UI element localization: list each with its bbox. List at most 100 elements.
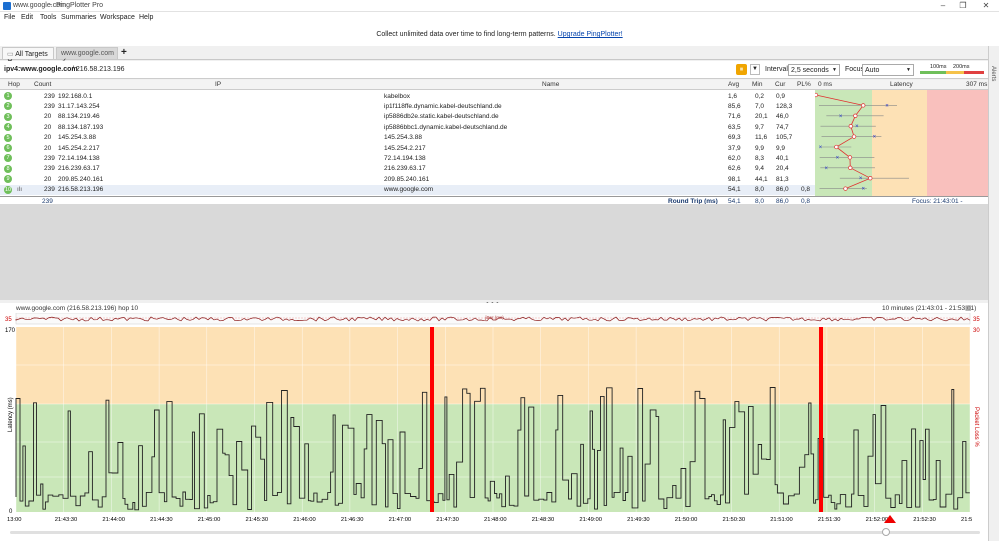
target-name: ipv4:www.google.com: [4, 66, 78, 73]
scale-200ms: 200ms: [953, 64, 970, 70]
target-tabs: ▭ All Targets ✕ www.google.com ✓ +: [0, 46, 999, 66]
table-row[interactable]: 7 239 72.14.194.138 72.14.194.138 62,0 8,3 40,…: [0, 153, 815, 163]
cell-avg: 71,6: [728, 113, 741, 121]
target-bar: ipv4:www.google.com / 216.58.213.196 ⏸ ▼…: [0, 61, 988, 79]
table-row[interactable]: 2 239 31.17.143.254 ip1f118ffe.dynamic.kabe…: [0, 101, 815, 111]
avg-latency-point: [843, 186, 848, 191]
col-count[interactable]: Count: [34, 81, 51, 88]
upgrade-banner: Collect unlimited data over time to find…: [0, 24, 999, 46]
cell-cur: 20,4: [776, 165, 789, 173]
y-zero-label: 0: [9, 509, 13, 515]
table-row[interactable]: 8 239 216.239.63.17 216.239.63.17 62,6 9,4 20,…: [0, 164, 815, 174]
cell-avg: 37,9: [728, 144, 741, 152]
col-min[interactable]: Min: [752, 81, 762, 88]
cell-min: 9,4: [755, 165, 765, 173]
cell-min: 8,0: [755, 186, 765, 194]
current-latency-mark: ×: [824, 166, 828, 172]
cell-ip: 216.239.63.17: [58, 165, 100, 173]
cell-count: 20: [44, 134, 52, 142]
hop-status-icon: 3: [4, 112, 12, 121]
slider-thumb[interactable]: [882, 528, 890, 536]
col-hop[interactable]: Hop: [8, 81, 20, 88]
pause-dropdown-icon[interactable]: ▼: [750, 64, 760, 75]
col-cur[interactable]: Cur: [775, 81, 785, 88]
alerts-side-panel[interactable]: Alerts: [988, 46, 999, 541]
x-tick-label: 21:44:00: [102, 517, 125, 523]
x-tick-label: 21:50:00: [675, 517, 698, 523]
latency-warn-zone: [872, 90, 927, 196]
menu-summaries[interactable]: Summaries: [61, 14, 96, 21]
cell-cur: 74,7: [776, 123, 789, 131]
jitter-max-label: 35: [5, 317, 12, 323]
hop-status-icon: 6: [4, 144, 12, 152]
hop-status-icon: 2: [4, 102, 12, 111]
col-pl[interactable]: PL%: [797, 81, 811, 88]
tab-all-targets[interactable]: ▭ All Targets ✕: [2, 47, 54, 66]
cell-ip: 192.168.0.1: [58, 92, 93, 100]
menu-tools[interactable]: Tools: [40, 14, 56, 21]
x-tick-label: 21:52:30: [913, 517, 936, 523]
packet-loss-marker: [819, 327, 823, 512]
interval-select[interactable]: 2,5 seconds ▼: [788, 64, 840, 76]
menu-help[interactable]: Help: [139, 14, 153, 21]
x-tick-label: 21:47:00: [389, 517, 412, 523]
timeline-range: 10 minutes (21:43:01 - 21:53:01): [882, 305, 977, 312]
interval-label: Interval: [765, 66, 788, 73]
table-row[interactable]: 10 239 216.58.213.196 www.google.com 54,1 8,0…: [0, 184, 815, 195]
trace-grid: Hop Count IP Name Avg Min Cur PL% 0 ms L…: [0, 80, 988, 212]
cell-count: 20: [44, 113, 52, 121]
cell-ip: 145.254.3.88: [58, 134, 96, 142]
cell-count: 239: [44, 102, 55, 110]
avg-latency-point: [847, 155, 853, 160]
settings-icon[interactable]: ▦: [965, 304, 972, 312]
hop-status-icon: 9: [4, 175, 12, 184]
col-avg[interactable]: Avg: [728, 81, 739, 88]
empty-grid-area: [0, 204, 988, 300]
col-ip[interactable]: IP: [215, 81, 221, 88]
cell-cur: 9,9: [776, 144, 786, 152]
cell-cur: 128,3: [776, 102, 793, 110]
upgrade-link[interactable]: Upgrade PingPlotter!: [558, 31, 623, 38]
minimize-icon[interactable]: –: [935, 1, 951, 10]
maximize-icon[interactable]: ❐: [955, 1, 971, 10]
menu-file[interactable]: File: [4, 14, 15, 21]
avg-latency-point: [861, 103, 866, 108]
targets-icon: ▭: [7, 51, 14, 58]
col-latency[interactable]: Latency: [890, 81, 913, 88]
current-latency-mark: ×: [873, 135, 877, 141]
tab-www-google[interactable]: www.google.com ✓: [56, 47, 118, 65]
cell-min: 9,9: [755, 144, 765, 152]
scale-good-bar: [920, 71, 946, 74]
hop-status-icon: 1: [4, 92, 12, 100]
current-latency-mark: ×: [861, 187, 865, 193]
cell-ip: 88.134.219.46: [58, 113, 100, 121]
menu-workspace[interactable]: Workspace: [100, 14, 135, 21]
add-tab-button[interactable]: +: [121, 47, 127, 58]
table-row[interactable]: 1 239 192.168.0.1 kabelbox 1,6 0,2 0,9: [0, 91, 815, 101]
close-icon[interactable]: ✕: [978, 1, 994, 10]
table-row[interactable]: 6 20 145.254.2.217 145.254.2.217 37,9 9,9 9,9: [0, 143, 815, 153]
bar-chart-icon[interactable]: ılı: [17, 186, 22, 193]
table-row[interactable]: 5 20 145.254.3.88 145.254.3.88 69,3 11,6 105,7: [0, 133, 815, 143]
pause-button[interactable]: ⏸: [736, 64, 747, 75]
col-name[interactable]: Name: [542, 81, 559, 88]
hop-status-icon: 5: [4, 133, 12, 142]
time-scroll-slider[interactable]: [10, 528, 980, 536]
avg-latency-point: [851, 134, 857, 139]
cell-cur: 46,0: [776, 113, 789, 121]
focus-select[interactable]: Auto ▼: [862, 64, 914, 76]
x-tick-label: 21:46:30: [341, 517, 364, 523]
table-row[interactable]: 9 20 209.85.240.161 209.85.240.161 98,1 44,1 8…: [0, 174, 815, 184]
table-row[interactable]: 4 20 88.134.187.193 ip5886bbc1.dynamic.kabe…: [0, 122, 815, 132]
cell-avg: 1,6: [728, 92, 738, 100]
cell-min: 9,7: [755, 123, 765, 131]
cell-ip: 72.14.194.138: [58, 154, 100, 162]
avg-latency-point: [868, 176, 873, 181]
cell-cur: 86,0: [776, 186, 789, 194]
menu-edit[interactable]: Edit: [21, 14, 33, 21]
table-row[interactable]: 3 20 88.134.219.46 ip5886db2e.static.kabel-…: [0, 112, 815, 122]
pl-axis-label: Packet Loss %: [973, 407, 979, 447]
x-tick-label: 21:44:30: [150, 517, 173, 523]
latency-graph: ××××××××××: [815, 90, 988, 196]
x-tick-label: 21:50:30: [723, 517, 746, 523]
